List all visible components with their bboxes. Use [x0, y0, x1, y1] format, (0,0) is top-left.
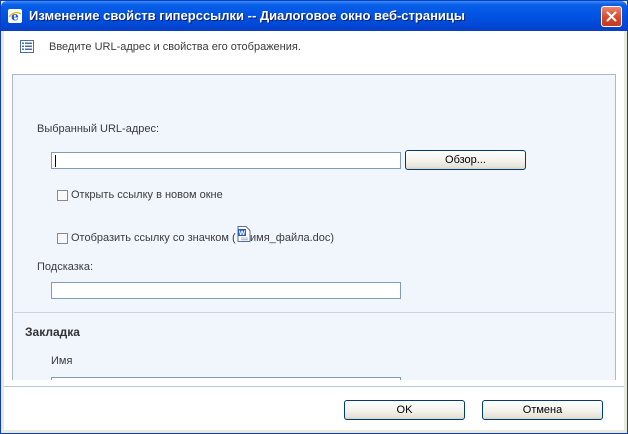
ok-button[interactable]: OK — [344, 400, 465, 420]
properties-list-icon — [20, 40, 34, 53]
show-icon-checkbox[interactable] — [57, 233, 68, 244]
cancel-button[interactable]: Отмена — [482, 400, 603, 420]
title-bar[interactable]: e Изменение свойств гиперссылки -- Диало… — [1, 1, 627, 31]
svg-text:W: W — [239, 230, 246, 237]
close-button[interactable] — [601, 6, 622, 27]
bookmark-heading: Закладка — [25, 325, 80, 339]
text-caret — [55, 155, 56, 167]
dialog-window: e Изменение свойств гиперссылки -- Диало… — [0, 0, 628, 434]
section-divider — [14, 312, 614, 313]
url-input[interactable] — [51, 152, 401, 169]
tooltip-label: Подсказка: — [37, 261, 94, 273]
svg-text:e: e — [11, 10, 19, 24]
open-new-window-checkbox[interactable] — [57, 190, 68, 201]
internet-explorer-icon: e — [8, 9, 22, 24]
info-bar: Введите URL-адрес и свойства его отображ… — [4, 31, 624, 74]
dialog-footer: OK Отмена — [4, 380, 624, 430]
show-icon-filename: имя_файла.doc) — [250, 232, 335, 244]
footer-separator — [4, 386, 624, 387]
word-document-icon: W — [237, 226, 251, 242]
open-new-window-label: Открыть ссылку в новом окне — [71, 189, 223, 201]
properties-panel: Выбранный URL-адрес: Обзор... Открыть сс… — [12, 74, 616, 394]
show-icon-label: Отобразить ссылку со значком ( — [71, 232, 236, 244]
browse-button[interactable]: Обзор... — [405, 150, 526, 170]
dialog-body: Введите URL-адрес и свойства его отображ… — [4, 31, 624, 430]
window-title: Изменение свойств гиперссылки -- Диалого… — [29, 8, 466, 23]
url-label: Выбранный URL-адрес: — [37, 123, 160, 135]
tooltip-input[interactable] — [51, 282, 401, 299]
bookmark-name-label: Имя — [51, 355, 73, 367]
info-text: Введите URL-адрес и свойства его отображ… — [49, 41, 301, 53]
close-icon — [606, 11, 617, 22]
